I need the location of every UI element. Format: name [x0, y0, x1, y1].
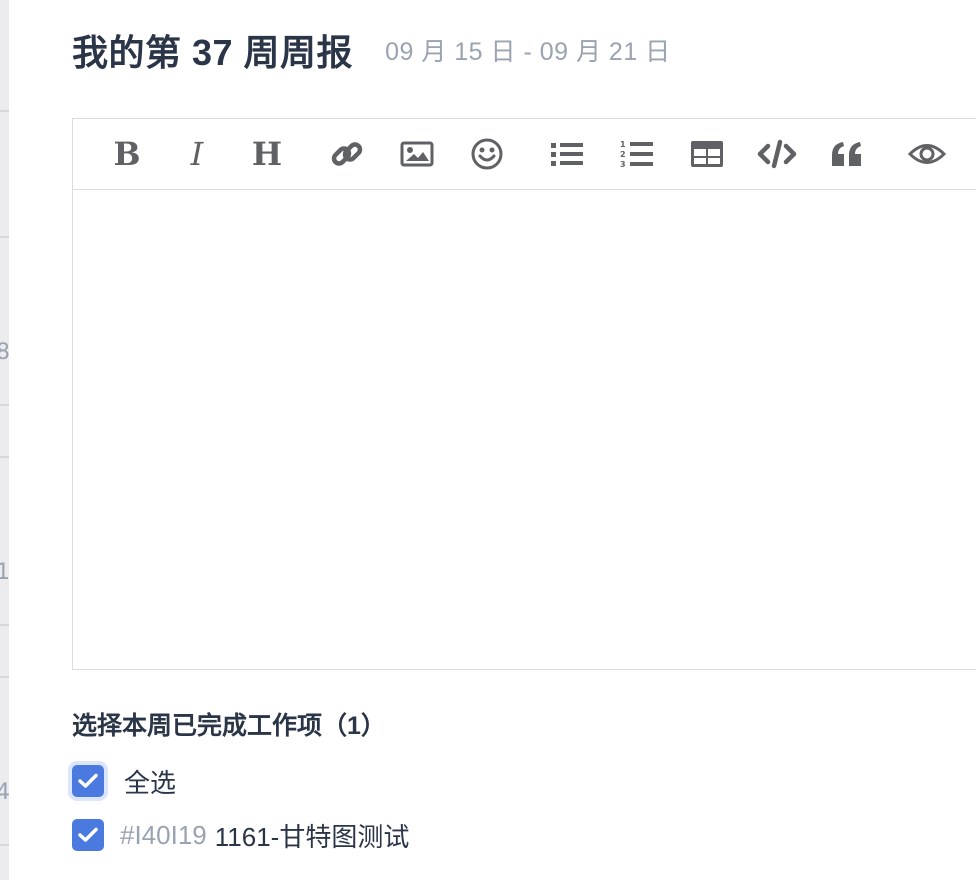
svg-text:1: 1 [620, 140, 626, 149]
numbered-list-icon: 1 2 3 [620, 140, 653, 169]
heading-icon: H [251, 135, 283, 173]
bullet-list-icon [551, 143, 583, 166]
report-header: 我的第 37 周周报 09 月 15 日 - 09 月 21 日 [72, 22, 671, 78]
italic-button[interactable]: I [177, 134, 217, 174]
eye-icon [908, 144, 946, 164]
checkmark-icon [78, 773, 98, 788]
quote-icon [832, 142, 861, 166]
bullet-list-button[interactable] [547, 134, 587, 174]
quote-button[interactable] [827, 134, 867, 174]
checkmark-icon [78, 827, 98, 842]
editor-toolbar: B I H 1 2 3 [73, 119, 976, 190]
italic-icon: I [190, 135, 204, 173]
bold-icon: B [113, 135, 141, 173]
background-fragment: 1 [0, 560, 10, 585]
select-all-checkbox[interactable] [72, 765, 104, 797]
image-button[interactable] [397, 134, 437, 174]
table-button[interactable] [687, 134, 727, 174]
bold-button[interactable]: B [107, 134, 147, 174]
markdown-editor: B I H 1 2 3 [72, 118, 976, 670]
code-icon [757, 139, 797, 169]
image-icon [400, 141, 434, 167]
editor-content-area[interactable] [73, 189, 976, 669]
completed-items-heading: 选择本周已完成工作项（1） [72, 712, 386, 740]
heading-button[interactable]: H [247, 134, 287, 174]
preview-button[interactable] [907, 134, 947, 174]
link-icon [331, 142, 363, 166]
date-range: 09 月 15 日 - 09 月 21 日 [385, 38, 671, 66]
select-all-row[interactable]: 全选 [72, 764, 176, 798]
work-item-row[interactable]: #I40I19 1161-甘特图测试 [72, 818, 409, 852]
background-fragment: 8 [0, 340, 10, 365]
svg-text:3: 3 [620, 160, 626, 169]
work-item-title: 1161-甘特图测试 [214, 821, 410, 852]
select-all-label: 全选 [124, 767, 177, 798]
table-icon [691, 141, 723, 167]
page-title: 我的第 37 周周报 [72, 32, 354, 73]
svg-text:2: 2 [620, 150, 626, 159]
emoji-icon [471, 138, 503, 170]
code-button[interactable] [757, 134, 797, 174]
numbered-list-button[interactable]: 1 2 3 [617, 134, 657, 174]
link-button[interactable] [327, 134, 367, 174]
work-item-id[interactable]: #I40I19 [120, 820, 207, 851]
emoji-button[interactable] [467, 134, 507, 174]
background-page-strip: 8 1 4 [0, 0, 10, 880]
background-fragment: 4 [0, 780, 10, 805]
work-item-checkbox[interactable] [72, 819, 104, 851]
